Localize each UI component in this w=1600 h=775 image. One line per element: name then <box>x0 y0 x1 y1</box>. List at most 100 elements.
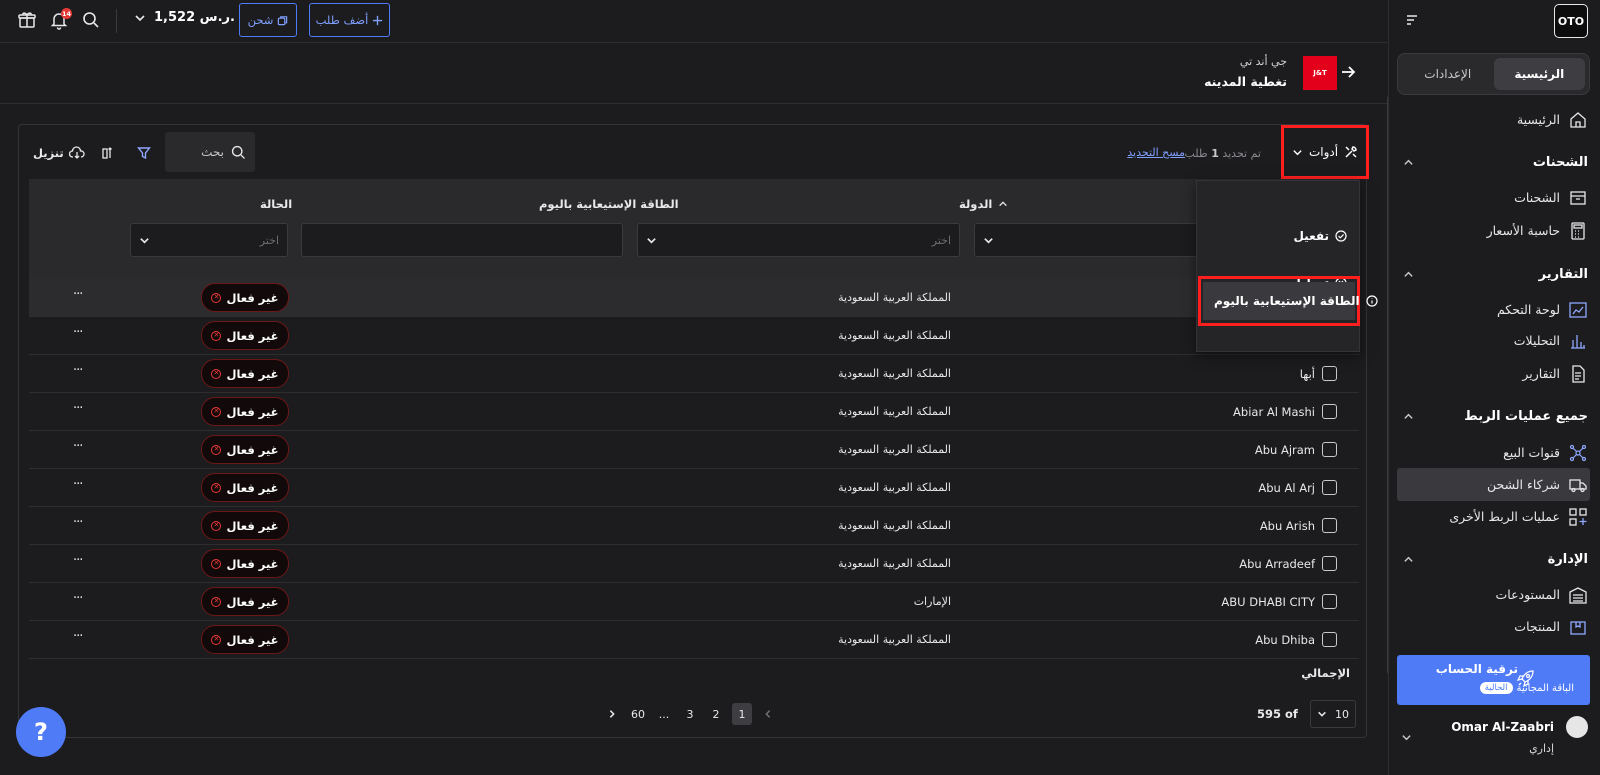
country-cell: المملكة العربية السعودية <box>838 557 951 570</box>
table-row[interactable]: Abu Dhiba المملكة العربية السعودية ✕ غير فع… <box>29 621 1359 659</box>
row-actions-button[interactable]: ··· <box>73 401 83 416</box>
avatar <box>1566 716 1588 738</box>
sidebar: OTO الرئيسية الإعدادات الرئيسية الشحنات … <box>1388 0 1600 775</box>
column-header-country[interactable]: الدولة <box>959 197 1008 211</box>
column-header-status[interactable]: الحالة <box>260 197 292 211</box>
network-icon <box>1568 443 1588 463</box>
sidebar-item-analytics[interactable]: التحليلات <box>1397 324 1588 357</box>
row-actions-button[interactable]: ··· <box>73 515 83 530</box>
tools-button[interactable]: أدوات <box>1281 125 1369 179</box>
row-checkbox[interactable] <box>1322 632 1337 647</box>
help-button[interactable]: ? <box>16 707 66 757</box>
sort-columns-icon[interactable] <box>101 146 115 160</box>
current-plan-badge: الحالية <box>1479 682 1513 694</box>
package-icon <box>1568 617 1588 637</box>
table-row[interactable]: المملكة العربية السعودية ✕ غير فعال ··· <box>29 279 1359 317</box>
document-icon <box>1568 364 1588 384</box>
row-actions-button[interactable]: ··· <box>73 629 83 644</box>
x-circle-icon: ✕ <box>211 634 222 645</box>
section-reports[interactable]: التقارير <box>1403 262 1588 286</box>
table-row[interactable]: Abayaالمملكة العربية السعودية✕غير فعال··… <box>29 317 1359 355</box>
add-order-button[interactable]: أضف طلب <box>309 3 390 37</box>
table-row[interactable]: Abu Al Arj المملكة العربية السعودية ✕ غير ف… <box>29 469 1359 507</box>
filter-icon[interactable] <box>137 146 151 160</box>
sidebar-item-shipping-partners[interactable]: شركاء الشحن <box>1397 468 1590 501</box>
gift-icon[interactable] <box>17 10 37 30</box>
page-button[interactable]: 3 <box>677 703 703 725</box>
sidebar-item-shipments[interactable]: الشحنات <box>1397 181 1588 214</box>
table-row[interactable]: أبها المملكة العربية السعودية ✕ غير فعال ··· <box>29 355 1359 393</box>
tab-home[interactable]: الرئيسية <box>1493 58 1585 90</box>
status-badge: ✕ غير فعال <box>201 473 289 502</box>
row-checkbox[interactable] <box>1322 442 1337 457</box>
sidebar-item-price-calculator[interactable]: حاسبة الأسعار <box>1397 214 1588 247</box>
download-label: تنزيل <box>33 146 64 160</box>
sidebar-item-reports[interactable]: التقارير <box>1397 357 1588 390</box>
row-checkbox[interactable] <box>1322 556 1337 571</box>
row-actions-button[interactable]: ··· <box>73 287 83 302</box>
row-actions-button[interactable]: ··· <box>73 477 83 492</box>
status-badge: ✕ غير فعال <box>201 397 289 426</box>
table-row[interactable]: Abu Ajram المملكة العربية السعودية ✕ غير فع… <box>29 431 1359 469</box>
box-icon <box>1568 188 1588 208</box>
table-row[interactable]: Abu Arish المملكة العربية السعودية ✕ غير فع… <box>29 507 1359 545</box>
city-filter[interactable] <box>974 223 1204 257</box>
menu-collapse-icon[interactable] <box>1405 13 1419 27</box>
row-checkbox[interactable] <box>1322 366 1337 381</box>
row-checkbox[interactable] <box>1322 404 1337 419</box>
search-input[interactable]: بحث <box>165 132 255 172</box>
section-admin[interactable]: الإدارة <box>1403 547 1588 571</box>
table-row[interactable]: Abiar Al Mashi المملكة العربية السعودية ✕ غ… <box>29 393 1359 431</box>
row-actions-button[interactable]: ··· <box>73 363 83 378</box>
row-actions-button[interactable]: ··· <box>73 553 83 568</box>
status-badge: ✕ غير فعال <box>201 625 289 654</box>
table-row[interactable]: Abu Arradeef المملكة العربية السعودية ✕ غير… <box>29 545 1359 583</box>
row-checkbox[interactable] <box>1322 518 1337 533</box>
back-arrow-icon[interactable] <box>1340 64 1356 80</box>
country-cell: المملكة العربية السعودية <box>838 367 951 380</box>
ship-button[interactable]: شحن <box>239 3 297 37</box>
upgrade-account-card[interactable]: ترقية الحساب الباقة المجانية الحالية <box>1397 655 1590 705</box>
user-profile[interactable]: Omar Al-Zaabri إداري <box>1397 714 1590 760</box>
sidebar-item-home[interactable]: الرئيسية <box>1397 103 1588 136</box>
sidebar-item-products[interactable]: المنتجات <box>1397 610 1588 643</box>
prev-page-button[interactable] <box>755 703 781 725</box>
sidebar-item-other-integrations[interactable]: عمليات الربط الأخرى <box>1397 500 1588 533</box>
row-checkbox[interactable] <box>1322 594 1337 609</box>
per-page-select[interactable]: 10 <box>1310 700 1356 728</box>
row-actions-button[interactable]: ··· <box>73 325 83 340</box>
section-shipments[interactable]: الشحنات <box>1403 150 1588 174</box>
chevron-down-icon <box>1292 147 1303 158</box>
status-filter[interactable]: اختر <box>130 223 288 257</box>
column-header-capacity[interactable]: الطاقة الإستيعابية باليوم <box>539 197 679 211</box>
sidebar-item-dashboard[interactable]: لوحة التحكم <box>1397 293 1588 326</box>
menu-item-activate[interactable]: تفعيل <box>1293 229 1347 243</box>
country-filter[interactable]: اختر <box>637 223 960 257</box>
country-cell: المملكة العربية السعودية <box>838 633 951 646</box>
sidebar-item-sales-channels[interactable]: قنوات البيع <box>1397 436 1588 469</box>
tab-settings[interactable]: الإعدادات <box>1402 58 1494 90</box>
page-button[interactable]: 60 <box>625 703 651 725</box>
section-integrations[interactable]: جميع عمليات الربط <box>1403 404 1588 428</box>
page-button[interactable]: 2 <box>703 703 729 725</box>
table-row[interactable]: ABU DHABI CITY الإمارات ✕ غير فعال ··· <box>29 583 1359 621</box>
sidebar-item-warehouses[interactable]: المستودعات <box>1397 578 1588 611</box>
row-checkbox[interactable] <box>1322 480 1337 495</box>
x-circle-icon: ✕ <box>211 444 222 455</box>
search-icon[interactable] <box>81 10 101 30</box>
next-page-button[interactable] <box>599 703 625 725</box>
row-actions-button[interactable]: ··· <box>73 591 83 606</box>
row-actions-button[interactable]: ··· <box>73 439 83 454</box>
status-badge: ✕ غير فعال <box>201 587 289 616</box>
info-circle-icon <box>1366 295 1378 307</box>
page-button-current[interactable]: 1 <box>732 703 752 725</box>
download-button[interactable]: تنزيل <box>33 146 85 160</box>
wallet-balance[interactable]: 1,522 ر.س. <box>134 10 235 25</box>
app-logo[interactable]: OTO <box>1554 4 1588 38</box>
menu-item-capacity[interactable]: الطاقة الإستيعابية باليوم <box>1214 294 1378 308</box>
country-cell: المملكة العربية السعودية <box>838 405 951 418</box>
country-cell: المملكة العربية السعودية <box>838 519 951 532</box>
clear-selection-link[interactable]: مسح التحديد <box>1127 146 1185 159</box>
grid-plus-icon <box>1568 507 1588 527</box>
capacity-filter[interactable] <box>301 223 623 257</box>
